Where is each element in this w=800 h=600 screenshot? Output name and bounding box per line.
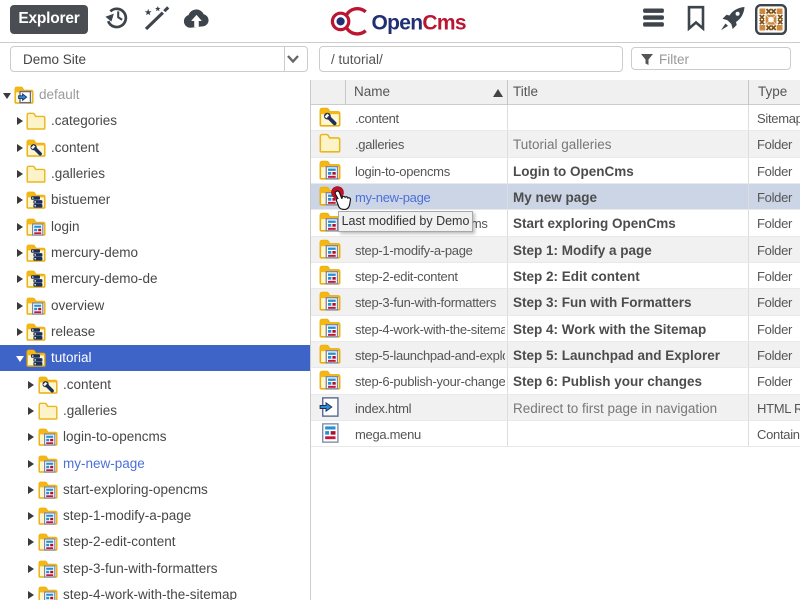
svg-text:OpenCms: OpenCms bbox=[372, 12, 466, 35]
